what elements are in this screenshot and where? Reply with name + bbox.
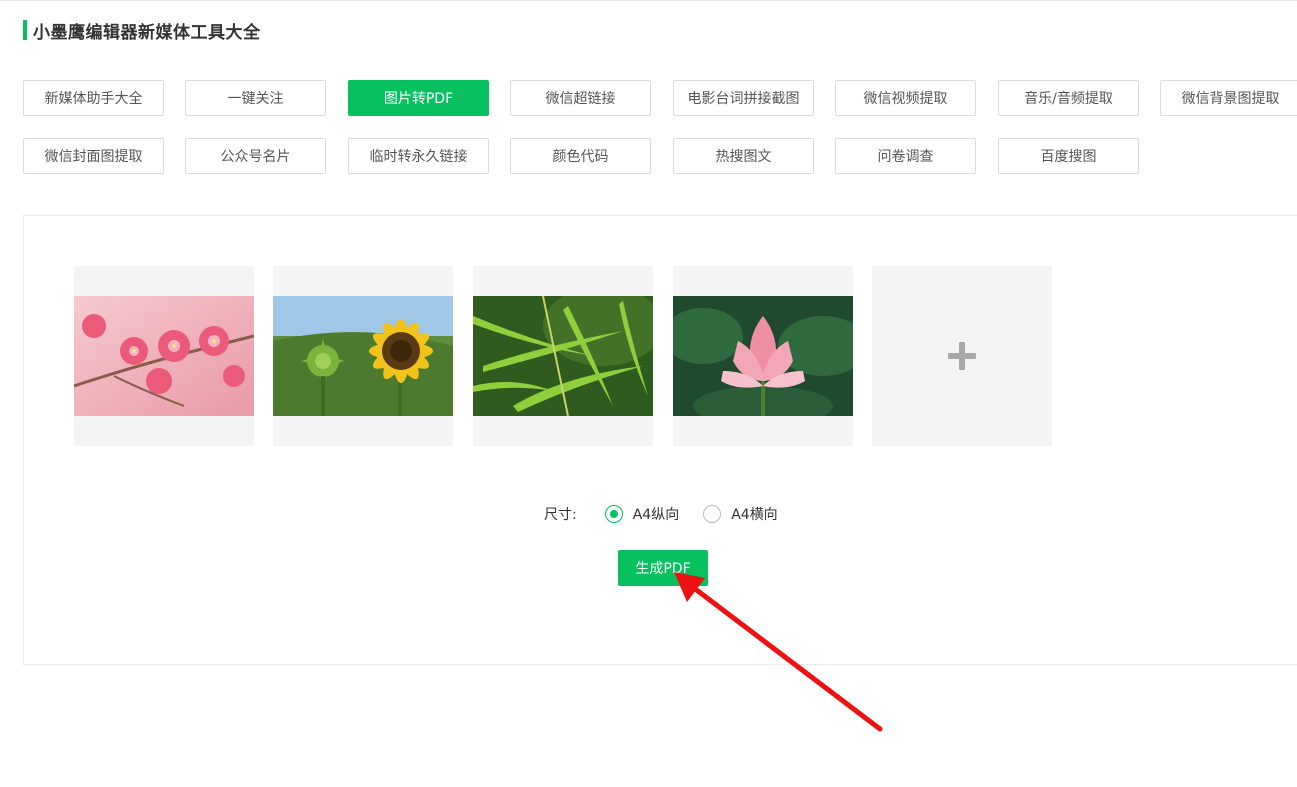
bamboo-image [473,296,653,416]
add-image-button[interactable] [872,266,1052,446]
tool-button-wechat-background-extract[interactable]: 微信背景图提取 [1160,80,1297,116]
radio-button-a4-portrait[interactable] [604,505,623,523]
size-selector: 尺寸: A4纵向 A4横向 [544,503,802,525]
tool-button-survey[interactable]: 问卷调查 [835,138,976,174]
tool-button-new-media-assistant[interactable]: 新媒体助手大全 [23,80,164,116]
plus-icon [948,342,976,370]
tool-button-wechat-hyperlink[interactable]: 微信超链接 [510,80,651,116]
tool-button-wechat-cover-extract[interactable]: 微信封面图提取 [23,138,164,174]
size-label: 尺寸: [544,507,577,523]
radio-label-a4-portrait: A4纵向 [632,507,680,523]
top-divider [0,0,1297,1]
tool-button-trending-articles[interactable]: 热搜图文 [673,138,814,174]
tool-button-one-click-follow[interactable]: 一键关注 [185,80,326,116]
image-to-pdf-panel: 尺寸: A4纵向 A4横向 生成PDF [23,215,1297,665]
generate-pdf-button[interactable]: 生成PDF [618,550,708,586]
tool-button-audio-extract[interactable]: 音乐/音频提取 [998,80,1139,116]
image-thumbnail-bamboo[interactable] [473,266,653,446]
lotus-image [673,296,853,416]
radio-button-a4-landscape[interactable] [703,505,722,523]
page-title: 小墨鹰编辑器新媒体工具大全 [33,22,261,43]
page-header: 小墨鹰编辑器新媒体工具大全 [23,20,261,43]
image-thumbnail-sunflower[interactable] [273,266,453,446]
title-accent-bar [23,20,27,40]
tool-button-color-code[interactable]: 颜色代码 [510,138,651,174]
tool-button-permanent-link[interactable]: 临时转永久链接 [348,138,489,174]
radio-option-a4-landscape[interactable]: A4横向 [703,504,778,524]
image-thumbnail-plum-blossom[interactable] [74,266,254,446]
tool-button-movie-subtitle-stitch[interactable]: 电影台词拼接截图 [673,80,814,116]
tool-button-baidu-image-search[interactable]: 百度搜图 [998,138,1139,174]
image-thumbnail-lotus[interactable] [673,266,853,446]
tool-button-image-to-pdf[interactable]: 图片转PDF [348,80,489,116]
radio-label-a4-landscape: A4横向 [731,507,778,523]
radio-option-a4-portrait[interactable]: A4纵向 [604,504,680,524]
tool-button-account-card[interactable]: 公众号名片 [185,138,326,174]
plum-blossom-image [74,296,254,416]
tool-button-wechat-video-extract[interactable]: 微信视频提取 [835,80,976,116]
sunflower-image [273,296,453,416]
